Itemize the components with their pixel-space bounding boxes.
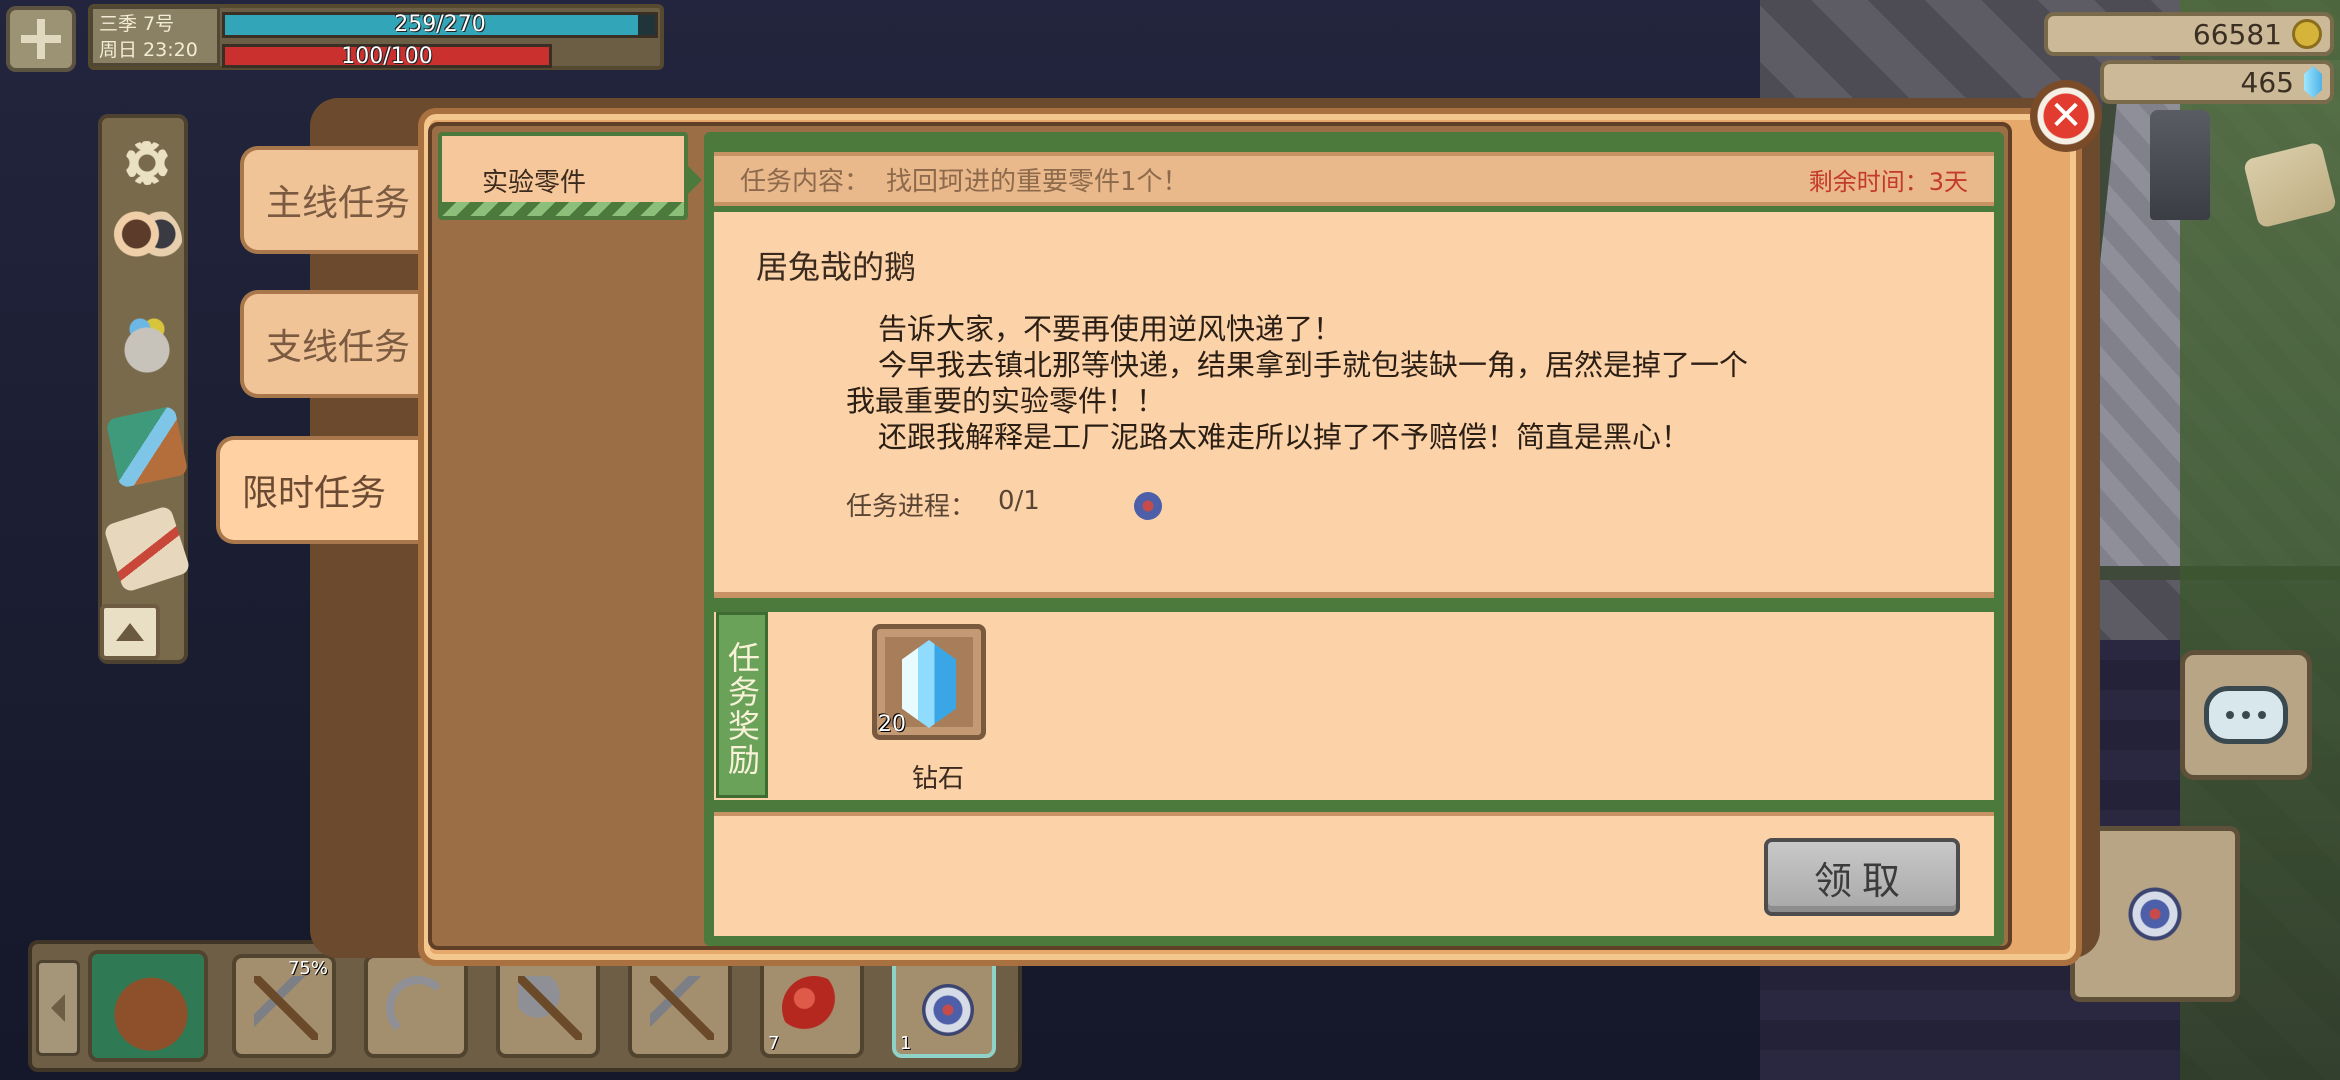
friends-icon [112, 206, 182, 276]
gold-counter: 66581 [2044, 12, 2334, 56]
toolbar-slot[interactable]: 75% [232, 954, 336, 1058]
toolbar-slot[interactable] [496, 954, 600, 1058]
season-day-text: 三季 7号 [99, 13, 175, 35]
health-text: 259/270 [394, 12, 486, 37]
toolbar-scroll-left-button[interactable] [36, 960, 80, 1056]
diamond-amount: 465 [2240, 65, 2294, 99]
selected-pointer-icon [686, 164, 702, 196]
quest-title: 实验零件 [482, 168, 587, 198]
objective-label: 任务内容： [740, 166, 871, 197]
tab-timed-quests[interactable]: 限时任务 [216, 436, 452, 544]
mail-button[interactable] [102, 504, 192, 594]
stamina-bar: 100/100 [222, 44, 552, 68]
progress-label: 任务进程： [846, 492, 977, 522]
compass-icon [922, 984, 974, 1036]
friends-button[interactable] [108, 202, 186, 280]
compass-icon [2123, 882, 2187, 946]
backpack-slot[interactable] [88, 950, 208, 1062]
arrow-left-icon [51, 994, 65, 1022]
tool-durability: 75% [287, 958, 328, 979]
quest-objective-header: 任务内容： 找回珂进的重要零件1个！ 剩余时间：3天 [714, 152, 1994, 206]
map-button[interactable] [105, 405, 189, 489]
weekday-time-text: 周日 23:20 [99, 39, 198, 61]
hoe-icon [650, 976, 714, 1040]
diamond-counter: 465 [2100, 60, 2334, 104]
collapse-menu-button[interactable] [100, 604, 160, 660]
claim-button[interactable]: 领取 [1764, 838, 1960, 916]
tab-label: 支线任务 [266, 327, 411, 368]
close-button[interactable]: ✕ [2030, 80, 2102, 152]
side-menu [98, 114, 192, 664]
chat-button[interactable] [2180, 650, 2312, 780]
letter-line: 还跟我解释是工厂泥路太难走所以掉了不予赔偿！简直是黑心！ [878, 420, 1691, 454]
mail-icon [102, 504, 192, 594]
letter-sender: 居兔哉的鹅 [756, 248, 917, 286]
date-time-panel: 三季 7号 周日 23:20 [90, 6, 220, 66]
diamond-icon [2304, 66, 2322, 98]
settings-button[interactable] [108, 124, 186, 202]
pickaxe-icon [254, 976, 318, 1040]
shop-button[interactable] [108, 304, 186, 382]
close-icon: ✕ [2049, 93, 2083, 139]
objective-text: 找回珂进的重要零件1个！ [886, 166, 1189, 197]
axe-icon [518, 976, 582, 1040]
arrow-up-icon [116, 623, 144, 641]
health-bar: 259/270 [222, 12, 658, 38]
gold-amount: 66581 [2192, 17, 2282, 51]
fruit-icon [782, 976, 846, 1040]
stamina-text: 100/100 [341, 44, 433, 69]
quest-list-item[interactable]: 实验零件 [438, 132, 702, 220]
backpack-icon [108, 968, 194, 1052]
toolbar-slot[interactable] [628, 954, 732, 1058]
sickle-icon [386, 976, 450, 1040]
item-count: 7 [768, 1033, 780, 1054]
gear-icon [125, 141, 169, 185]
chat-bubble-icon [2204, 686, 2288, 744]
toolbar-slot[interactable] [364, 954, 468, 1058]
selected-stripe [442, 202, 684, 216]
reward-name: 钻石 [912, 764, 965, 794]
shopping-cart-icon [112, 308, 182, 378]
progress-value: 0/1 [998, 486, 1040, 516]
move-mode-button[interactable] [6, 6, 76, 72]
coin-icon [2292, 19, 2322, 49]
toolbar-slot[interactable]: 1 [892, 954, 996, 1058]
tab-label: 主线任务 [266, 183, 411, 224]
compass-icon [1134, 492, 1162, 520]
dpad-icon [21, 19, 61, 59]
reward-count: 20 [878, 712, 906, 737]
remaining-time: 剩余时间：3天 [1808, 167, 1968, 196]
map-icon [105, 405, 189, 489]
statue-icon [2150, 110, 2210, 220]
toolbar-slot[interactable]: 7 [760, 954, 864, 1058]
reward-tag: 任务奖励 [716, 612, 768, 798]
item-count: 1 [900, 1033, 912, 1054]
tab-label: 限时任务 [242, 473, 387, 514]
